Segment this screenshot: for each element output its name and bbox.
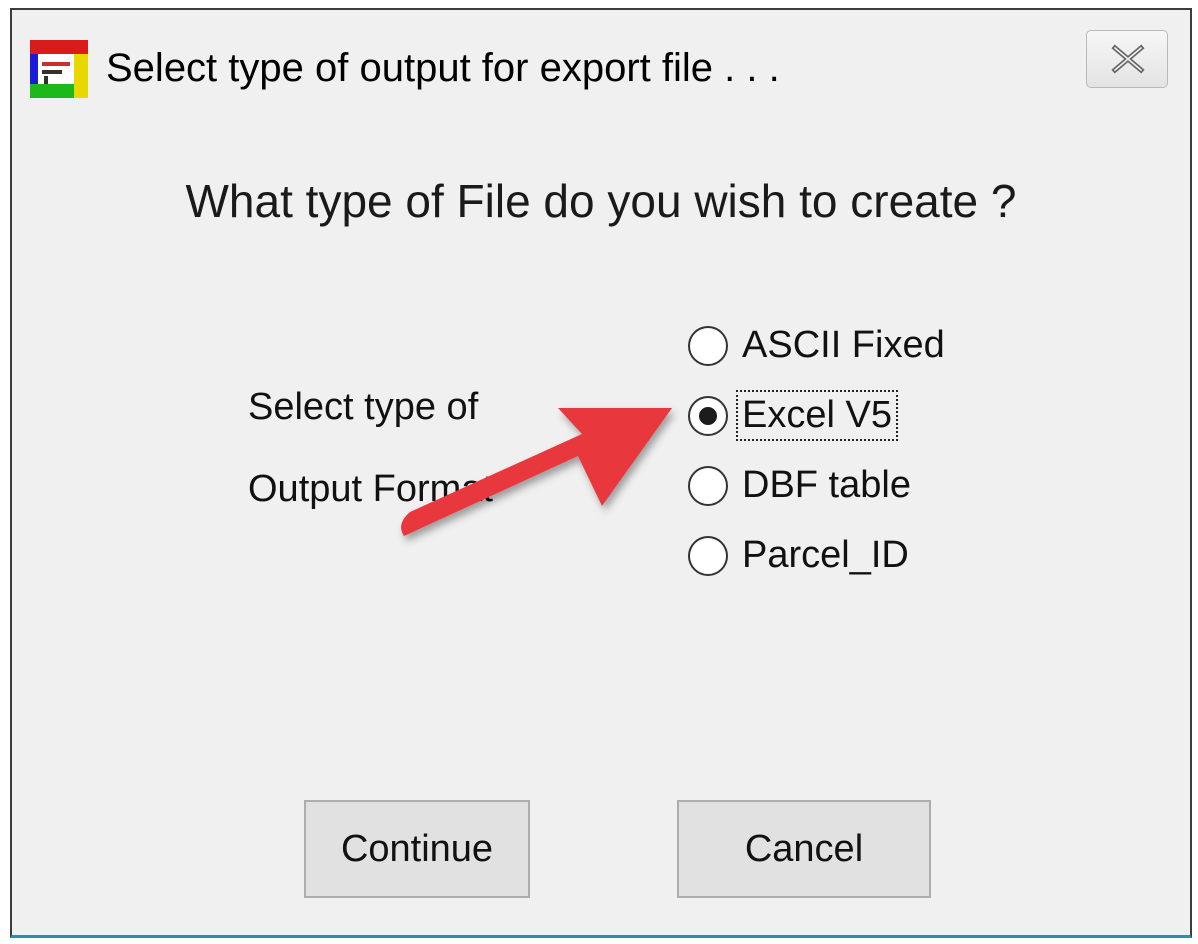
output-format-label-line2: Output Format [248,468,493,510]
radio-selected-dot [699,407,717,425]
export-dialog: Select type of output for export file . … [10,8,1192,938]
output-format-label-line1: Select type of [248,386,479,428]
radio-label[interactable]: Parcel_ID [740,534,911,577]
radio-button[interactable] [688,536,728,576]
title-bar[interactable]: Select type of output for export file . … [12,10,1190,128]
continue-button[interactable]: Continue [304,800,530,898]
radio-button[interactable] [688,466,728,506]
question-heading: What type of File do you wish to create … [185,175,1017,227]
close-button[interactable] [1086,30,1168,88]
radio-label[interactable]: Excel V5 [736,390,898,441]
close-icon [1111,44,1145,74]
radio-button[interactable] [688,326,728,366]
window-title: Select type of output for export file . … [106,46,780,90]
app-icon [30,40,88,98]
radio-label[interactable]: DBF table [740,464,913,507]
radio-label[interactable]: ASCII Fixed [740,324,947,367]
cancel-button[interactable]: Cancel [677,800,931,898]
radio-button-selected[interactable] [688,396,728,436]
